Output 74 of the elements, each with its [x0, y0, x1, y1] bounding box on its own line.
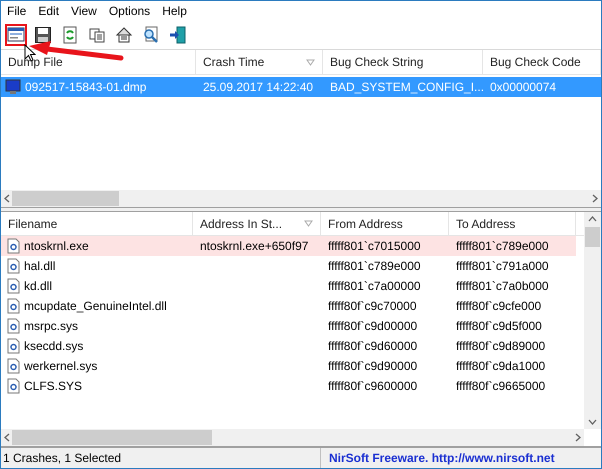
scroll-thumb[interactable] — [12, 430, 212, 445]
table-cell-text: ntoskrnl.exe — [24, 238, 89, 255]
search-icon — [142, 26, 160, 44]
credit-link[interactable]: NirSoft Freeware. http://www.nirsoft.net — [329, 449, 555, 467]
menu-item[interactable]: Edit — [32, 1, 66, 20]
table-row[interactable]: hal.dll fffff801`c789e000 fffff801`c791a000 — [1, 256, 576, 276]
table-cell-text: ntoskrnl.exe+650f97 — [200, 238, 308, 255]
table-cell-text: werkernel.sys — [24, 358, 98, 375]
copy-icon — [88, 26, 106, 44]
table-cell-text: fffff80f`c9d5f000 — [456, 318, 542, 335]
horizontal-scrollbar[interactable] — [1, 190, 601, 207]
sort-arrow-icon — [304, 220, 313, 227]
properties-icon — [7, 26, 25, 44]
table-cell-text: fffff801`c7015000 — [328, 238, 421, 255]
table-cell-text: fffff80f`c9d00000 — [328, 318, 418, 335]
scroll-left-icon[interactable] — [4, 194, 10, 203]
table-row[interactable]: ntoskrnl.exe ntoskrnl.exe+650f97 fffff801`c7015000 fffff801`c789e000 — [1, 236, 576, 256]
vertical-scrollbar[interactable] — [584, 212, 601, 429]
column-header[interactable]: Crash Time — [196, 50, 323, 74]
table-cell-text: fffff801`c7a0b000 — [456, 278, 549, 295]
table-row[interactable]: kd.dll fffff801`c7a00000 fffff801`c7a0b000 — [1, 276, 576, 296]
table-cell-text: hal.dll — [24, 258, 56, 275]
menu-item[interactable]: View — [65, 1, 103, 20]
sort-arrow-icon — [306, 58, 315, 66]
table-row[interactable]: werkernel.sys fffff80f`c9d90000 fffff80f`c9da1000 — [1, 356, 576, 376]
table-cell-text: msrpc.sys — [24, 318, 78, 335]
scroll-right-icon[interactable] — [592, 194, 598, 203]
horizontal-scrollbar[interactable] — [1, 429, 584, 446]
table-cell-text: kd.dll — [24, 278, 52, 295]
table-cell-text: fffff801`c791a000 — [456, 258, 549, 275]
scroll-down-icon[interactable] — [588, 419, 597, 425]
table-row[interactable]: msrpc.sys fffff80f`c9d00000 fffff80f`c9d5f000 — [1, 316, 576, 336]
table-row[interactable]: ksecdd.sys fffff80f`c9d60000 fffff80f`c9d89000 — [1, 336, 576, 356]
table-cell-text: fffff80f`c9c70000 — [328, 298, 417, 315]
save-icon — [34, 26, 52, 44]
house-icon — [115, 26, 133, 44]
table-cell-text: ksecdd.sys — [24, 338, 84, 355]
scroll-right-icon[interactable] — [575, 433, 581, 442]
exit-door-icon — [169, 26, 187, 44]
refresh-icon — [61, 26, 79, 44]
column-header[interactable]: Filename — [1, 212, 193, 235]
table-cell-text: fffff80f`c9665000 — [456, 378, 546, 395]
scroll-left-icon[interactable] — [4, 433, 10, 442]
table-cell-text: mcupdate_GenuineIntel.dll — [24, 298, 167, 315]
column-header[interactable]: Bug Check String — [323, 50, 483, 74]
table-cell-text: fffff801`c789e000 — [456, 238, 549, 255]
table-row[interactable]: mcupdate_GenuineIntel.dll fffff80f`c9c70000 fffff80f`c9cfe000 — [1, 296, 576, 316]
table-row[interactable]: CLFS.SYS fffff80f`c9600000 fffff80f`c9665000 — [1, 376, 576, 396]
table-cell-text: 25.09.2017 14:22:40 — [203, 79, 314, 96]
table-cell-text: fffff80f`c9cfe000 — [456, 298, 542, 315]
table-cell-text: 0x00000074 — [490, 79, 556, 96]
scroll-up-icon[interactable] — [588, 216, 597, 222]
column-header[interactable]: Address In St... — [193, 212, 321, 235]
table-cell-text: 092517-15843-01.dmp — [25, 79, 146, 96]
column-header[interactable]: Bug Check Code — [483, 50, 601, 74]
table-cell-text: BAD_SYSTEM_CONFIG_I... — [330, 79, 484, 96]
menu-item[interactable]: File — [1, 1, 32, 20]
toolbar-button[interactable] — [5, 24, 27, 46]
column-header[interactable]: From Address — [321, 212, 449, 235]
scroll-thumb[interactable] — [585, 227, 600, 247]
table-cell-text: CLFS.SYS — [24, 378, 82, 395]
menu-item[interactable]: Help — [156, 1, 193, 20]
status-text: 1 Crashes, 1 Selected — [3, 450, 122, 467]
table-cell-text: fffff80f`c9d60000 — [328, 338, 418, 355]
table-cell-text: fffff80f`c9600000 — [328, 378, 418, 395]
scroll-thumb[interactable] — [12, 191, 119, 206]
monitor-icon — [5, 79, 21, 95]
column-header[interactable]: To Address — [449, 212, 576, 235]
table-cell-text: fffff80f`c9d90000 — [328, 358, 418, 375]
table-cell-text: fffff801`c789e000 — [328, 258, 421, 275]
table-cell-text: fffff80f`c9d89000 — [456, 338, 546, 355]
table-cell-text: fffff801`c7a00000 — [328, 278, 421, 295]
table-cell-text: fffff80f`c9da1000 — [456, 358, 546, 375]
menu-item[interactable]: Options — [102, 1, 156, 20]
